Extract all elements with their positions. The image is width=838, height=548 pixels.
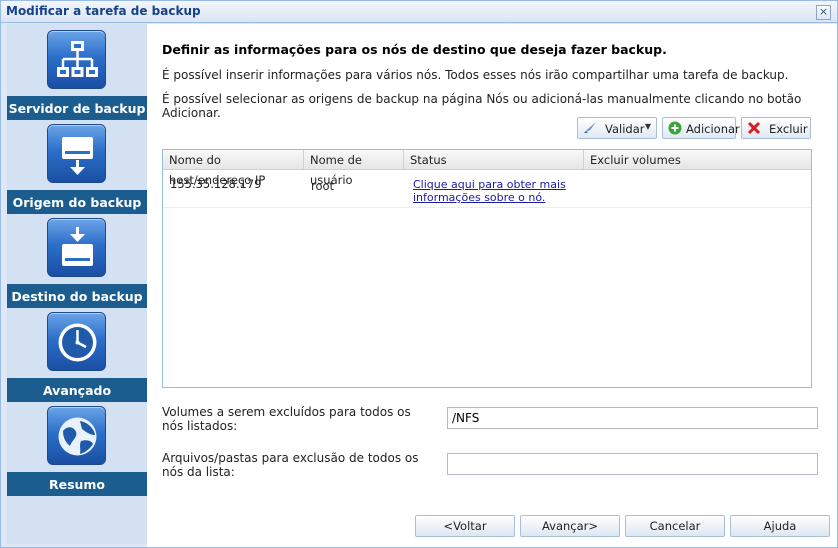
back-button[interactable]: <Voltar [415,515,515,537]
step-summary[interactable]: Resumo [7,402,147,496]
backup-task-window: Modificar a tarefa de backup × Servidor … [0,0,838,548]
drive-download-icon [47,124,106,183]
step-advanced[interactable]: Avançado [7,308,147,402]
validate-icon [583,121,597,135]
window-title: Modificar a tarefa de backup [6,4,201,18]
clock-icon [47,312,106,371]
main-panel: Definir as informações para os nós de de… [147,24,837,547]
add-label: Adicionar [686,122,740,136]
volumes-label: Volumes a serem excluídos para todos os … [162,405,411,433]
add-button[interactable]: Adicionar [662,117,740,139]
column-header-status[interactable]: Status [404,150,584,170]
user-cell: root [311,179,335,193]
column-header-host[interactable]: Nome do host/endereço IP [163,150,304,187]
table-header: Nome do host/endereço IP Nome de usuário… [163,150,811,187]
step-backup-destination[interactable]: Destino do backup [7,214,147,308]
status-link[interactable]: Clique aqui para obter mais informações … [413,178,573,204]
delete-label: Excluir [769,122,808,136]
title-bar: Modificar a tarefa de backup × [1,1,837,23]
globe-icon [47,406,106,465]
page-heading: Definir as informações para os nós de de… [162,42,667,57]
validate-label: Validar [605,122,645,136]
next-button[interactable]: Avançar> [520,515,620,537]
help-button[interactable]: Ajuda [730,515,830,537]
column-header-exclude-volumes[interactable]: Excluir volumes [584,150,811,170]
table-row[interactable]: 155.35.128.179 root Clique aqui para obt… [163,171,811,208]
step-label: Origem do backup [7,190,147,214]
info-text: É possível inserir informações para vári… [162,68,789,82]
close-button[interactable]: × [816,5,831,20]
volumes-input[interactable] [447,407,818,429]
network-icon [47,30,106,89]
cancel-button[interactable]: Cancelar [625,515,725,537]
host-cell: 155.35.128.179 [170,177,262,191]
wizard-sidebar: Servidor de backup Origem do backup Dest… [7,24,147,544]
column-header-user[interactable]: Nome de usuário [304,150,404,187]
delete-icon [747,121,761,135]
files-input[interactable] [447,453,818,475]
chevron-down-icon: ▼ [644,122,651,131]
close-icon: × [818,5,829,18]
drive-upload-icon [47,218,106,277]
add-icon [668,121,682,135]
info-text: É possível selecionar as origens de back… [162,92,802,120]
step-label: Destino do backup [7,284,147,308]
step-backup-source[interactable]: Origem do backup [7,120,147,214]
step-label: Avançado [7,378,147,402]
validate-button[interactable]: Validar ▼ [577,117,657,139]
step-label: Resumo [7,472,147,496]
files-label: Arquivos/pastas para exclusão de todos o… [162,451,419,479]
nodes-table: Nome do host/endereço IP Nome de usuário… [162,149,812,388]
delete-button[interactable]: Excluir [741,117,811,139]
step-label: Servidor de backup [7,96,147,120]
step-backup-server[interactable]: Servidor de backup [7,26,147,120]
